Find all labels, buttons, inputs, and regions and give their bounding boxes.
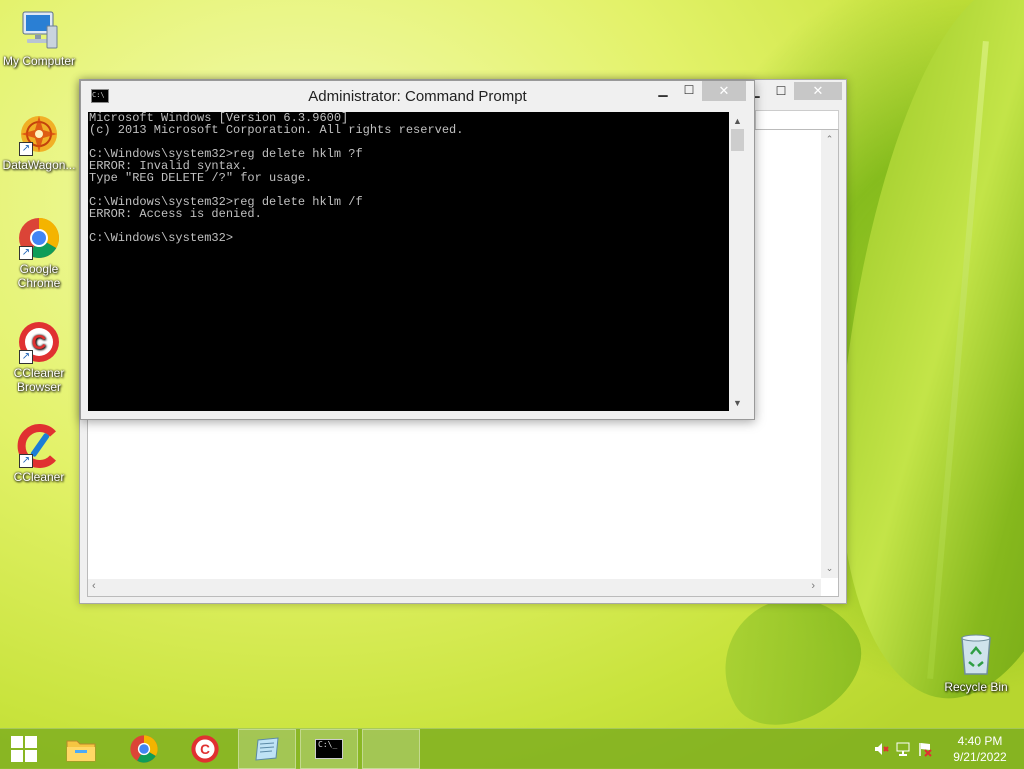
window-caption-buttons: ▁ ☐ ✕	[650, 81, 746, 101]
chrome-icon	[130, 735, 158, 763]
network-icon[interactable]	[892, 738, 914, 760]
taskbar-chrome[interactable]	[115, 729, 173, 769]
chrome-icon: ↗	[17, 216, 61, 260]
taskbar-blank-item[interactable]	[362, 729, 420, 769]
desktop-icon-label: CCleaner Browser	[13, 366, 65, 394]
horizontal-scrollbar[interactable]: ‹ ›	[88, 579, 821, 596]
windows-logo-icon	[11, 736, 37, 762]
scroll-left-icon[interactable]: ‹	[92, 580, 96, 592]
desktop-icon-label: CCleaner	[13, 470, 65, 484]
computer-icon	[17, 8, 61, 52]
desktop-icon-recycle-bin[interactable]: Recycle Bin	[938, 630, 1014, 694]
clock[interactable]: 4:40 PM 9/21/2022	[936, 733, 1024, 765]
desktop-icon-ccleaner[interactable]: ↗ CCleaner	[0, 424, 78, 484]
shortcut-arrow-icon: ↗	[19, 350, 33, 364]
ccleaner-icon: ↗	[17, 424, 61, 468]
maximize-button[interactable]: ☐	[676, 81, 702, 99]
window-caption-buttons: ▁ ☐ ✕	[742, 82, 842, 100]
action-center-flag-icon[interactable]	[914, 738, 936, 760]
datawagon-icon: ↗	[17, 112, 61, 156]
taskbar-ccleaner-browser[interactable]: C	[176, 729, 234, 769]
scroll-down-icon[interactable]: ▼	[729, 394, 746, 411]
vertical-scrollbar[interactable]: ⌃ ⌄	[821, 130, 838, 578]
maximize-button[interactable]: ☐	[768, 82, 794, 100]
cmd-app-icon: C:\_	[315, 739, 343, 759]
desktop-icon-label: Recycle Bin	[944, 680, 1008, 694]
taskbar-command-prompt[interactable]: C:\_	[300, 729, 358, 769]
command-prompt-window[interactable]: C:\ Administrator: Command Prompt ▁ ☐ ✕ …	[80, 80, 755, 420]
scroll-up-icon[interactable]: ⌃	[821, 134, 838, 145]
start-button[interactable]	[0, 729, 48, 769]
close-button[interactable]: ✕	[702, 81, 746, 101]
scroll-up-icon[interactable]: ▲	[729, 112, 746, 129]
taskbar-notepad[interactable]	[238, 729, 296, 769]
desktop-icon-ccleaner-browser[interactable]: C ↗ CCleaner Browser	[0, 320, 78, 394]
title-bar[interactable]: C:\ Administrator: Command Prompt ▁ ☐ ✕	[81, 81, 754, 111]
desktop-icon-google-chrome[interactable]: ↗ Google Chrome	[0, 216, 78, 290]
taskbar: C C:\_ 4:40 PM 9/21/2022	[0, 728, 1024, 769]
console-output[interactable]: Microsoft Windows [Version 6.3.9600] (c)…	[88, 112, 729, 411]
notepad-icon	[255, 737, 279, 761]
console-scrollbar[interactable]: ▲ ▼	[729, 112, 746, 411]
console-prompt[interactable]: C:\Windows\system32>	[88, 232, 729, 244]
desktop-icon-label: My Computer	[2, 54, 76, 68]
clock-time: 4:40 PM	[957, 734, 1003, 748]
console-line: Type "REG DELETE /?" for usage.	[89, 171, 313, 185]
svg-text:C: C	[32, 332, 46, 354]
scroll-right-icon[interactable]: ›	[811, 580, 815, 592]
shortcut-arrow-icon: ↗	[19, 454, 33, 468]
shortcut-arrow-icon: ↗	[19, 142, 33, 156]
ccleaner-browser-icon: C ↗	[17, 320, 61, 364]
recycle-bin-icon	[954, 630, 998, 678]
folder-icon	[66, 740, 96, 762]
toolbar-strip	[755, 110, 839, 130]
scroll-down-icon[interactable]: ⌄	[821, 563, 838, 574]
console-line: ERROR: Access is denied.	[89, 207, 262, 221]
scroll-thumb[interactable]	[731, 129, 744, 151]
desktop-icon-datawagon[interactable]: ↗ DataWagon...	[0, 112, 78, 172]
close-button[interactable]: ✕	[794, 82, 842, 100]
taskbar-file-explorer[interactable]	[52, 729, 110, 769]
svg-text:C: C	[200, 742, 210, 757]
desktop-icon-label: DataWagon...	[2, 158, 76, 172]
ccleaner-browser-icon: C	[191, 735, 219, 763]
console-line: (c) 2013 Microsoft Corporation. All righ…	[89, 123, 464, 137]
minimize-button[interactable]: ▁	[650, 81, 676, 99]
volume-muted-icon[interactable]	[870, 738, 892, 760]
desktop-icon-label: Google Chrome	[17, 262, 61, 290]
shortcut-arrow-icon: ↗	[19, 246, 33, 260]
system-tray: 4:40 PM 9/21/2022	[870, 729, 1024, 769]
clock-date: 9/21/2022	[953, 750, 1007, 764]
desktop-icon-my-computer[interactable]: My Computer	[0, 8, 78, 68]
